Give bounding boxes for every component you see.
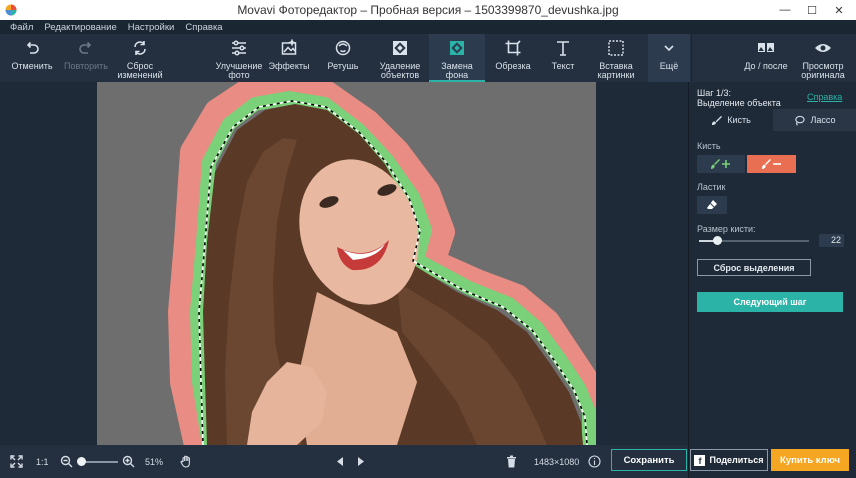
retouch-button[interactable]: Ретушь [320,34,366,82]
info-icon [588,455,601,468]
next-image-button[interactable] [354,445,367,478]
sliders-icon [232,40,246,56]
hand-tool-button[interactable] [180,445,193,478]
preview-original-button[interactable]: Просмотр оригинала [796,34,850,82]
brush-size-handle[interactable] [712,236,722,245]
brush-plus-icon [711,159,730,169]
reset-selection-button[interactable]: Сброс выделения [697,259,811,276]
insert-picture-button[interactable]: Вставка картинки [589,34,643,82]
zoom-in-icon [122,455,135,468]
change-background-icon [450,41,464,55]
minimize-button[interactable]: — [770,0,800,20]
effects-button[interactable]: Эффекты [266,34,312,82]
brush-minus-icon [761,159,781,169]
menu-help[interactable]: Справка [185,22,222,33]
buy-key-button[interactable]: Купить ключ [771,449,849,471]
enhance-photo-button[interactable]: Улучшение фото [209,34,269,82]
foreground-brush-button[interactable] [697,155,745,173]
delete-button[interactable] [505,445,518,478]
trash-icon [507,455,516,468]
selection-tabs: Кисть Лассо [689,109,856,131]
maximize-button[interactable]: ☐ [797,0,827,20]
fit-screen-button[interactable] [10,445,23,478]
text-button[interactable]: Текст [541,34,585,82]
facebook-icon: f [694,454,706,466]
before-after-button[interactable]: До / после [736,34,796,82]
side-panel: Шаг 1/3: Выделение объекта Справка Кисть… [688,82,856,478]
insert-picture-icon [608,40,624,56]
menu-bar: Файл Редактирование Настройки Справка [0,20,856,34]
eraser-icon [707,200,717,209]
hand-icon [180,455,190,468]
crop-button[interactable]: Обрезка [489,34,537,82]
brush-label: Кисть [697,141,721,151]
chevron-down-icon [664,45,674,52]
change-background-button[interactable]: Замена фона [429,34,485,82]
toolbar-separator [691,34,692,82]
brush-size-slider[interactable] [699,236,809,245]
app-window: Movavi Фоторедактор – Пробная версия – 1… [0,0,856,478]
share-button[interactable]: f Поделиться [690,449,768,471]
reset-icon [134,41,146,55]
previous-image-button[interactable] [334,445,347,478]
save-button[interactable]: Сохранить [611,449,687,471]
before-after-icon [758,43,774,52]
close-button[interactable]: ✕ [824,0,854,20]
fullscreen-icon [10,455,23,468]
crop-icon [505,40,521,56]
retouch-face-icon [335,40,351,56]
actual-size-button[interactable]: 1:1 [36,445,49,478]
menu-file[interactable]: Файл [10,22,33,33]
redo-button[interactable]: Повторить [58,34,114,82]
more-button[interactable]: Ещё [648,34,690,82]
lasso-icon [795,115,806,126]
photo-drawing [97,82,596,445]
redo-icon [79,41,92,54]
remove-objects-button[interactable]: Удаление объектов [372,34,428,82]
window-title: Movavi Фоторедактор – Пробная версия – 1… [237,3,619,17]
zoom-percent: 51% [145,456,164,467]
image-dimensions: 1483×1080 [534,456,580,467]
photo-image[interactable] [97,82,596,445]
zoom-out-icon [60,455,73,468]
text-icon [557,41,569,56]
background-brush-button[interactable] [747,155,796,173]
undo-button[interactable]: Отменить [6,34,58,82]
brush-icon [712,115,723,125]
brush-size-label: Размер кисти: [697,224,756,234]
step-indicator: Шаг 1/3: Выделение объекта [697,88,781,108]
effects-icon [281,39,297,55]
next-step-button[interactable]: Следующий шаг [697,292,843,312]
help-link[interactable]: Справка [807,92,842,102]
zoom-in-button[interactable] [122,445,135,478]
eraser-label: Ластик [697,182,726,192]
tab-brush[interactable]: Кисть [689,109,773,131]
title-bar: Movavi Фоторедактор – Пробная версия – 1… [0,0,856,20]
eye-icon [815,44,831,52]
info-button[interactable] [588,445,601,478]
arrow-left-icon [337,457,343,466]
zoom-out-button[interactable] [60,445,73,478]
bottom-bar: 1:1 51% 1483×1080 [0,445,688,478]
eraser-button[interactable] [697,196,727,214]
brush-size-value[interactable]: 22 [819,234,844,247]
menu-edit[interactable]: Редактирование [44,22,116,33]
editor-canvas[interactable] [0,82,688,445]
arrow-right-icon [358,457,364,466]
menu-settings[interactable]: Настройки [128,22,175,33]
remove-objects-icon [393,41,407,55]
zoom-slider[interactable] [77,457,118,466]
zoom-handle[interactable] [77,457,87,466]
tab-lasso[interactable]: Лассо [773,109,856,131]
reset-changes-button[interactable]: Сброс изменений [112,34,168,82]
undo-icon [26,41,39,54]
